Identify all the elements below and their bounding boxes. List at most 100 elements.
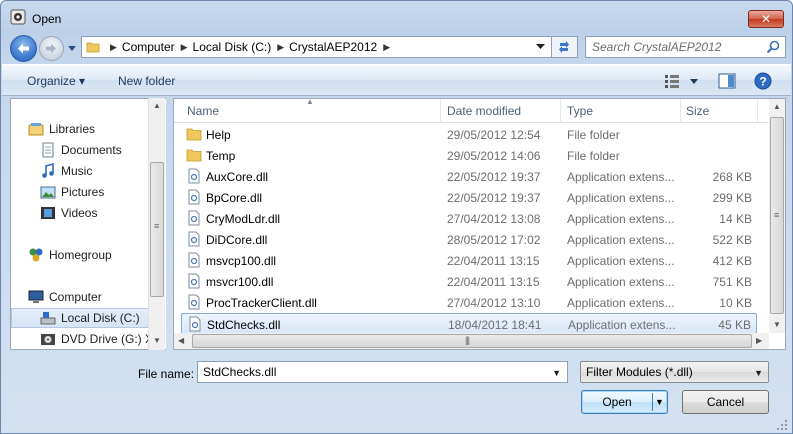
open-options-dropdown-icon[interactable]: ▼ <box>655 391 664 413</box>
file-name-value[interactable]: StdChecks.dll <box>203 365 276 379</box>
folder-icon <box>186 128 202 141</box>
scroll-right-icon[interactable]: ▶ <box>756 336 762 345</box>
nav-item-local-disk[interactable]: Local Disk (C:) <box>40 308 140 328</box>
file-name-field[interactable]: StdChecks.dll ▼ <box>197 361 568 383</box>
breadcrumb-separator-icon[interactable]: ▶ <box>271 42 289 53</box>
organize-button[interactable]: Organize ▾ <box>27 74 85 88</box>
file-type: File folder <box>567 149 620 163</box>
computer-icon <box>28 290 44 303</box>
column-header-date-modified[interactable]: Date modified <box>447 104 521 118</box>
dll-file-icon <box>188 189 200 205</box>
file-row-msvcr100[interactable]: msvcr100.dll 22/04/2011 13:15 Applicatio… <box>181 271 757 292</box>
scroll-up-icon[interactable]: ▲ <box>153 101 161 110</box>
nav-item-homegroup[interactable]: Homegroup <box>28 245 112 265</box>
folder-icon <box>86 42 100 53</box>
breadcrumb-crystalaep2012[interactable]: CrystalAEP2012 <box>289 40 377 54</box>
search-box[interactable]: Search CrystalAEP2012 <box>585 36 786 58</box>
column-divider <box>440 99 441 123</box>
file-name: msvcp100.dll <box>206 254 277 268</box>
help-icon[interactable]: ? <box>754 72 772 90</box>
address-dropdown-icon[interactable] <box>536 44 545 50</box>
scrollbar-thumb[interactable]: ≡ <box>770 117 784 314</box>
scroll-left-icon[interactable]: ◀ <box>178 336 184 345</box>
breadcrumb-computer[interactable]: Computer <box>122 40 175 54</box>
dll-file-icon <box>188 294 200 310</box>
file-row-help[interactable]: Help 29/05/2012 12:54 File folder <box>181 124 757 145</box>
address-bar[interactable]: ▶ Computer ▶ Local Disk (C:) ▶ CrystalAE… <box>81 36 552 58</box>
nav-item-label: Pictures <box>61 185 105 199</box>
nav-item-pictures[interactable]: Pictures <box>40 182 104 202</box>
file-list-horizontal-scrollbar[interactable]: ◀ ||| ▶ <box>174 333 769 349</box>
nav-item-music[interactable]: Music <box>40 161 92 181</box>
search-input[interactable]: Search CrystalAEP2012 <box>592 40 721 54</box>
back-button[interactable] <box>10 35 37 62</box>
nav-item-dvd-drive[interactable]: DVD Drive (G:) X1 <box>40 329 160 349</box>
forward-button[interactable] <box>39 36 64 61</box>
search-icon[interactable] <box>766 40 780 54</box>
column-header-type[interactable]: Type <box>567 104 593 118</box>
column-header-size[interactable]: Size <box>686 104 709 118</box>
sort-ascending-icon: ▲ <box>306 98 314 106</box>
scrollbar-thumb[interactable]: ||| <box>192 334 752 348</box>
window-title: Open <box>32 12 62 26</box>
nav-item-videos[interactable]: Videos <box>40 203 97 223</box>
file-size: 10 KB <box>719 296 752 310</box>
chevron-down-icon[interactable]: ▼ <box>552 368 561 378</box>
file-name: DiDCore.dll <box>206 233 268 247</box>
nav-item-computer[interactable]: Computer <box>28 287 102 307</box>
file-row-didcore[interactable]: DiDCore.dll 28/05/2012 17:02 Application… <box>181 229 757 250</box>
nav-item-documents[interactable]: Documents <box>40 140 122 160</box>
nav-item-label: Libraries <box>49 122 96 136</box>
breadcrumb-separator-icon[interactable]: ▶ <box>104 42 122 53</box>
file-date: 22/05/2012 19:37 <box>447 191 541 205</box>
column-divider <box>680 99 681 123</box>
scroll-up-icon[interactable]: ▲ <box>773 102 781 111</box>
open-button-label: Open <box>602 395 632 409</box>
breadcrumb-separator-icon[interactable]: ▶ <box>175 42 193 53</box>
change-view-icon[interactable] <box>663 72 703 90</box>
file-row-temp[interactable]: Temp 29/05/2012 14:06 File folder <box>181 145 757 166</box>
cancel-button[interactable]: Cancel <box>682 390 769 414</box>
column-header-name[interactable]: Name <box>187 104 219 118</box>
refresh-icon <box>559 41 569 53</box>
file-date: 22/04/2011 13:15 <box>447 254 540 268</box>
file-row-bpcore[interactable]: BpCore.dll 22/05/2012 19:37 Application … <box>181 187 757 208</box>
grip-icon: ≡ <box>154 221 159 231</box>
recent-locations-dropdown-icon[interactable] <box>67 43 77 53</box>
new-folder-button[interactable]: New folder <box>118 74 175 88</box>
file-row-proctrackerclient[interactable]: ProcTrackerClient.dll 27/04/2012 13:10 A… <box>181 292 757 313</box>
file-list-vertical-scrollbar[interactable]: ▲ ≡ ▼ <box>769 99 785 333</box>
breadcrumb-local-disk[interactable]: Local Disk (C:) <box>193 40 272 54</box>
file-type: Application extens... <box>567 212 675 226</box>
file-row-crymodldr[interactable]: CryModLdr.dll 27/04/2012 13:08 Applicati… <box>181 208 757 229</box>
column-divider <box>560 99 561 123</box>
column-divider <box>757 99 758 123</box>
chevron-down-icon[interactable]: ▼ <box>754 368 763 378</box>
refresh-button[interactable] <box>552 36 578 58</box>
file-name: msvcr100.dll <box>206 275 274 289</box>
file-row-stdchecks[interactable]: StdChecks.dll 18/04/2012 18:41 Applicati… <box>181 313 757 334</box>
scroll-down-icon[interactable]: ▼ <box>773 320 781 329</box>
svg-text:?: ? <box>759 75 766 89</box>
nav-item-label: Music <box>61 164 93 178</box>
file-row-msvcp100[interactable]: msvcp100.dll 22/04/2011 13:15 Applicatio… <box>181 250 757 271</box>
file-size: 45 KB <box>718 318 751 332</box>
scroll-down-icon[interactable]: ▼ <box>153 336 161 345</box>
nav-item-label: Videos <box>61 206 98 220</box>
homegroup-icon <box>29 248 43 262</box>
navigation-pane-scrollbar[interactable]: ▲ ≡ ▼ <box>148 98 165 350</box>
file-row-auxcore[interactable]: AuxCore.dll 22/05/2012 19:37 Application… <box>181 166 757 187</box>
dll-file-icon <box>188 210 200 226</box>
nav-item-libraries[interactable]: Libraries <box>28 119 95 139</box>
scrollbar-thumb[interactable]: ≡ <box>150 162 164 297</box>
open-button[interactable]: Open ▼ <box>581 390 668 414</box>
file-size: 751 KB <box>712 275 752 289</box>
file-type-filter-select[interactable]: Filter Modules (*.dll) ▼ <box>580 361 769 383</box>
preview-pane-icon[interactable] <box>718 73 736 89</box>
breadcrumb-separator-icon[interactable]: ▶ <box>377 42 395 53</box>
close-button[interactable]: ✕ <box>748 10 784 28</box>
title-bar[interactable]: Open ✕ <box>1 1 792 31</box>
file-date: 18/04/2012 18:41 <box>448 318 542 332</box>
dll-file-icon <box>188 168 200 184</box>
resize-grip-icon[interactable] <box>776 419 788 431</box>
